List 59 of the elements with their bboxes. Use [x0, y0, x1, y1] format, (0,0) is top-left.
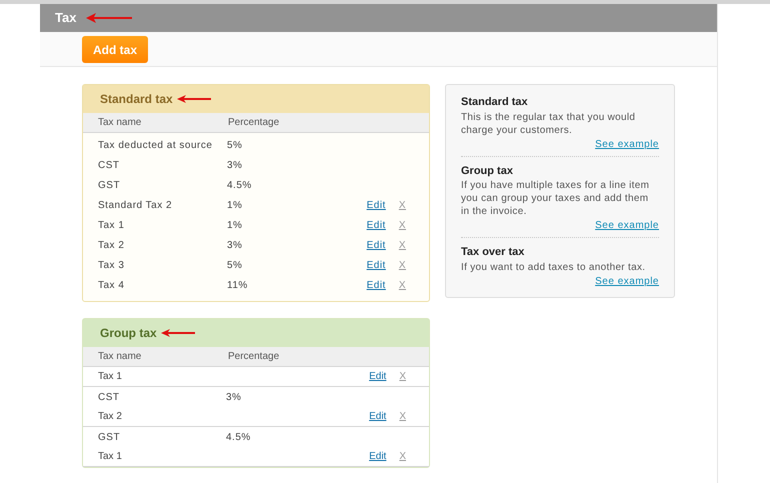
edit-link[interactable]: Edit — [366, 258, 386, 272]
table-cell-text: Standard Tax 2 — [98, 198, 174, 212]
help-title: Standard tax — [461, 95, 529, 110]
edit-link[interactable]: Edit — [369, 409, 386, 424]
see-example-link[interactable]: See example — [595, 274, 659, 288]
see-example-link[interactable]: See example — [595, 136, 659, 152]
table-cell-text: 4.5% — [227, 178, 252, 192]
table-cell-text: 3% — [227, 238, 242, 252]
table-cell-text: 1% — [227, 198, 242, 212]
table-cell-text: 3% — [226, 390, 242, 404]
delete-link[interactable]: X — [398, 258, 406, 272]
delete-link[interactable]: X — [398, 218, 406, 232]
table-cell-text: Tax 2 — [98, 238, 126, 252]
edit-link[interactable]: Edit — [366, 218, 386, 232]
table-cell-text: 11% — [227, 278, 248, 292]
table-cell-text: 5% — [227, 138, 242, 152]
table-cell-text: 4.5% — [226, 430, 251, 444]
help-title: Tax over tax — [461, 245, 526, 260]
table-cell-text: CST — [98, 158, 120, 172]
column-label: Tax name — [98, 116, 142, 130]
table-cell-text: GST — [98, 430, 122, 444]
table-cell-text: GST — [98, 178, 122, 192]
delete-link[interactable]: X — [398, 278, 406, 292]
panel-title: Standard tax — [100, 91, 173, 108]
table-cell-text: Tax deducted at source — [98, 138, 214, 152]
column-label: Percentage — [228, 116, 280, 130]
delete-link[interactable]: X — [398, 238, 406, 252]
help-title: Group tax — [461, 164, 514, 178]
arrow-icon — [160, 329, 195, 337]
edit-link[interactable]: Edit — [366, 198, 386, 212]
table-cell-text: Tax 3 — [98, 258, 126, 272]
table-cell-text: 5% — [227, 258, 242, 272]
help-text: If you have multiple taxes for a line item you can group your taxes and add them in the invoice. — [461, 179, 650, 218]
table-cell-text: Tax 1 — [98, 450, 123, 464]
add-tax-button[interactable]: Add tax — [82, 36, 148, 63]
panel-title: Group tax — [100, 325, 157, 342]
edit-link[interactable]: Edit — [369, 369, 386, 384]
column-label: Tax name — [98, 350, 142, 364]
column-label: Percentage — [228, 350, 280, 364]
table-cell-text: Tax 1 — [98, 218, 126, 232]
page-title: Tax — [55, 9, 76, 28]
table-cell-text: Tax 4 — [98, 278, 126, 292]
arrow-icon — [86, 13, 132, 23]
table-cell-text: CST — [98, 390, 120, 404]
edit-link[interactable]: Edit — [369, 449, 386, 464]
help-text: This is the regular tax that you would charge your customers. — [461, 110, 636, 136]
help-text: If you want to add taxes to another tax. — [461, 260, 646, 274]
table-cell-text: Tax 2 — [98, 410, 123, 424]
table-cell-text: 3% — [227, 158, 242, 172]
delete-link[interactable]: X — [398, 198, 406, 212]
table-cell-text: 1% — [227, 218, 242, 232]
delete-link[interactable]: X — [399, 409, 406, 424]
delete-link[interactable]: X — [399, 449, 406, 464]
table-cell-text: Tax 1 — [98, 370, 123, 384]
delete-link[interactable]: X — [399, 369, 406, 384]
edit-link[interactable]: Edit — [366, 238, 386, 252]
see-example-link[interactable]: See example — [595, 218, 659, 233]
edit-link[interactable]: Edit — [366, 278, 386, 292]
arrow-icon — [176, 95, 211, 103]
